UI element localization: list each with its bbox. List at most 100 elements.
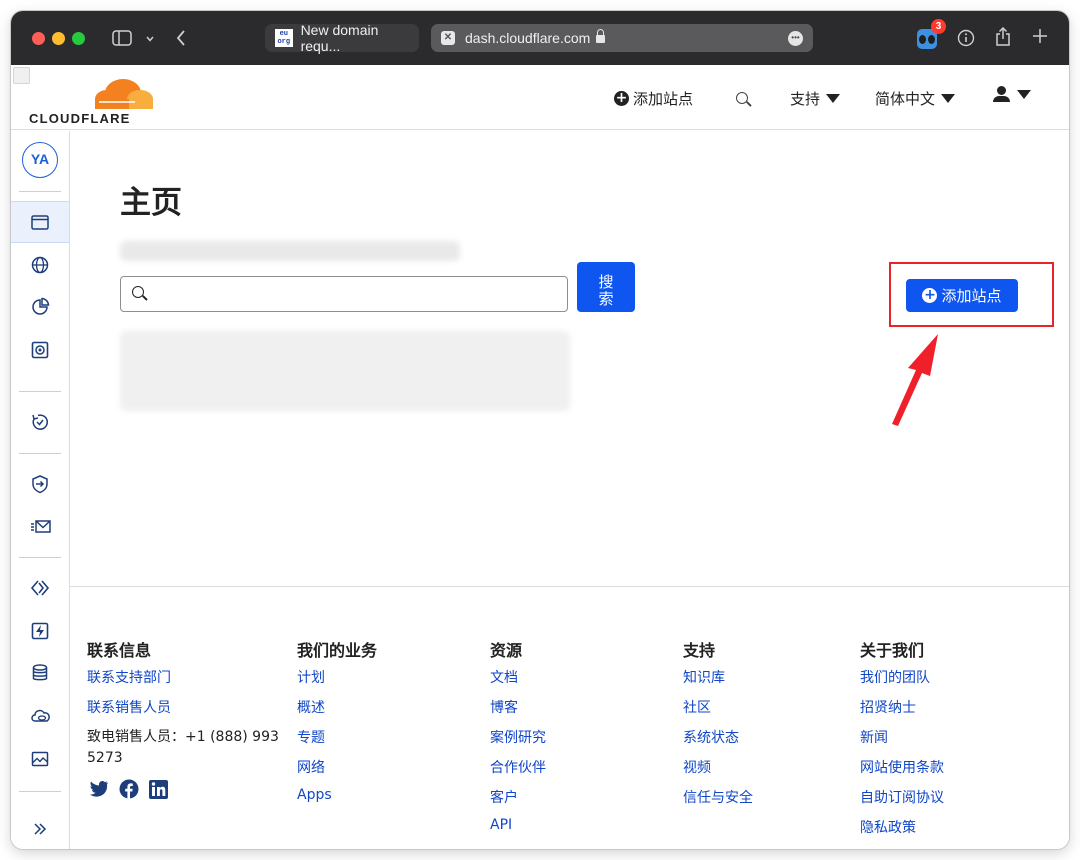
sidebar-divider bbox=[19, 557, 61, 558]
footer-link[interactable]: 联系销售人员 bbox=[87, 697, 287, 727]
images-icon[interactable] bbox=[30, 749, 50, 769]
sidebar-toggle-icon[interactable] bbox=[112, 30, 132, 49]
footer-link[interactable]: 自助订阅协议 bbox=[860, 787, 944, 817]
site-search-input[interactable] bbox=[155, 279, 555, 309]
language-menu[interactable]: 简体中文 bbox=[875, 88, 956, 109]
caret-down-icon bbox=[941, 94, 956, 103]
sidebar-divider bbox=[19, 791, 61, 792]
search-nav-button[interactable] bbox=[736, 92, 748, 104]
share-icon[interactable] bbox=[995, 26, 1011, 50]
footer-link[interactable]: Apps bbox=[297, 787, 377, 817]
email-icon[interactable] bbox=[30, 517, 51, 537]
r2-cloud-icon[interactable] bbox=[30, 706, 50, 726]
extension-badge: 3 bbox=[931, 19, 946, 34]
expand-icon[interactable] bbox=[30, 819, 50, 839]
pages-icon[interactable] bbox=[30, 621, 50, 641]
close-tab-icon[interactable]: ✕ bbox=[441, 31, 455, 45]
page-title: 主页 bbox=[120, 185, 182, 221]
checkbox-square bbox=[13, 67, 30, 84]
footer-link[interactable]: 系统状态 bbox=[683, 727, 753, 757]
new-tab-icon[interactable] bbox=[1032, 28, 1048, 47]
footer-column-support: 支持 知识库 社区 系统状态 视频 信任与安全 bbox=[683, 637, 753, 817]
blurred-site-card[interactable] bbox=[120, 331, 570, 411]
footer-column-contact: 联系信息 联系支持部门 联系销售人员 致电销售人员：+1 (888) 993 5… bbox=[87, 637, 287, 803]
footer-link[interactable]: 社区 bbox=[683, 697, 753, 727]
account-avatar[interactable]: YA bbox=[22, 142, 58, 178]
lock-icon bbox=[596, 29, 606, 43]
footer-link[interactable]: 案例研究 bbox=[490, 727, 546, 757]
analytics-icon[interactable] bbox=[30, 297, 50, 317]
tab-label: New domain requ... bbox=[300, 22, 379, 54]
footer-link[interactable]: 招贤纳士 bbox=[860, 697, 944, 727]
support-menu[interactable]: 支持 bbox=[790, 88, 841, 109]
cloudflare-wordmark: CLOUDFLARE bbox=[29, 111, 131, 126]
add-site-button[interactable]: + 添加站点 bbox=[906, 279, 1018, 312]
footer-link[interactable]: 博客 bbox=[490, 697, 546, 727]
plus-circle-icon: + bbox=[922, 287, 938, 303]
footer-link[interactable]: 联系支持部门 bbox=[87, 667, 287, 697]
sidebar-divider bbox=[19, 391, 61, 392]
footer-heading: 资源 bbox=[490, 641, 523, 660]
search-button-label: 搜 索 bbox=[598, 274, 614, 308]
footer-link[interactable]: 合作伙伴 bbox=[490, 757, 546, 787]
footer-link[interactable]: 网站使用条款 bbox=[860, 757, 944, 787]
twitter-icon[interactable] bbox=[87, 780, 109, 802]
footer-heading: 我们的业务 bbox=[297, 641, 378, 660]
plus-circle-icon: + bbox=[614, 90, 629, 106]
add-site-nav-link[interactable]: + 添加站点 bbox=[614, 88, 693, 109]
footer-heading: 联系信息 bbox=[87, 641, 152, 660]
chevron-down-icon[interactable] bbox=[145, 31, 155, 47]
footer-link[interactable]: 知识库 bbox=[683, 667, 753, 697]
storage-icon[interactable] bbox=[30, 663, 50, 683]
security-center-icon[interactable] bbox=[30, 340, 50, 360]
caret-down-icon bbox=[826, 94, 841, 103]
back-icon[interactable] bbox=[175, 29, 187, 50]
search-button[interactable]: 搜 索 bbox=[577, 262, 635, 312]
footer-link[interactable]: 专题 bbox=[297, 727, 377, 757]
cloudflare-logo[interactable]: CLOUDFLARE bbox=[29, 77, 153, 126]
footer-heading: 关于我们 bbox=[860, 641, 925, 660]
add-site-button-label: 添加站点 bbox=[941, 287, 1002, 305]
footer-link[interactable]: API bbox=[490, 817, 546, 847]
annotation-arrow-icon bbox=[892, 334, 938, 426]
sidebar-divider bbox=[19, 191, 61, 192]
info-icon[interactable] bbox=[957, 29, 975, 50]
sidebar-divider bbox=[19, 453, 61, 454]
footer-link[interactable]: 新闻 bbox=[860, 727, 944, 757]
tab-address-bar[interactable]: ✕ dash.cloudflare.com ••• bbox=[431, 24, 813, 52]
close-window-button[interactable] bbox=[32, 32, 45, 45]
linkedin-icon[interactable] bbox=[149, 779, 168, 803]
footer-link[interactable]: 视频 bbox=[683, 757, 753, 787]
tab-new-domain-request[interactable]: eu org New domain requ... bbox=[265, 22, 419, 54]
top-navigation: CLOUDFLARE + 添加站点 支持 简体中文 bbox=[11, 65, 1069, 130]
footer-link[interactable]: 网络 bbox=[297, 757, 377, 787]
more-icon[interactable]: ••• bbox=[788, 31, 803, 46]
browser-window: eu org New domain requ... ✕ dash.cloudfla… bbox=[11, 11, 1069, 849]
footer-link[interactable]: 信任与安全 bbox=[683, 787, 753, 817]
trace-icon[interactable] bbox=[30, 412, 50, 432]
minimize-window-button[interactable] bbox=[52, 32, 65, 45]
support-menu-label: 支持 bbox=[790, 90, 821, 108]
footer-link[interactable]: 计划 bbox=[297, 667, 377, 697]
site-search-field[interactable] bbox=[120, 276, 568, 312]
language-menu-label: 简体中文 bbox=[875, 90, 936, 108]
footer-link[interactable]: 文档 bbox=[490, 667, 546, 697]
search-icon bbox=[736, 92, 748, 104]
caret-down-icon bbox=[1017, 89, 1031, 99]
websites-icon[interactable] bbox=[30, 212, 50, 232]
facebook-icon[interactable] bbox=[119, 779, 139, 803]
footer-column-about: 关于我们 我们的团队 招贤纳士 新闻 网站使用条款 自助订阅协议 隐私政策 bbox=[860, 637, 944, 847]
footer-link[interactable]: 隐私政策 bbox=[860, 817, 944, 847]
globe-icon[interactable] bbox=[30, 255, 50, 275]
footer-link[interactable]: 客户 bbox=[490, 787, 546, 817]
workers-icon[interactable] bbox=[30, 578, 50, 598]
footer-column-business: 我们的业务 计划 概述 专题 网络 Apps bbox=[297, 637, 377, 817]
footer-link[interactable]: 概述 bbox=[297, 697, 377, 727]
zero-trust-icon[interactable] bbox=[30, 474, 50, 494]
main-content: 主页 搜 索 + 添加站点 bbox=[70, 131, 1069, 586]
footer-heading: 支持 bbox=[683, 641, 716, 660]
social-links bbox=[87, 779, 287, 803]
footer-link[interactable]: 我们的团队 bbox=[860, 667, 944, 697]
zoom-window-button[interactable] bbox=[72, 32, 85, 45]
account-menu[interactable] bbox=[993, 86, 1031, 102]
